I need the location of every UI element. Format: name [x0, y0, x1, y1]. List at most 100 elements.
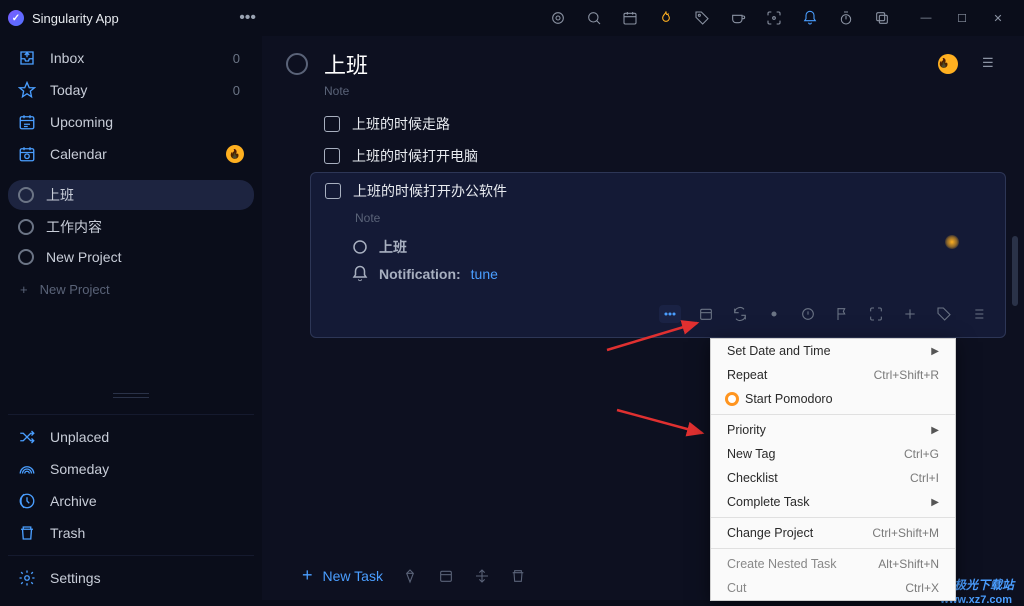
menu-icon[interactable]: ☰	[982, 55, 1000, 73]
date-icon[interactable]	[697, 305, 715, 323]
menu-item-repeat[interactable]: RepeatCtrl+Shift+R	[711, 363, 955, 387]
sidebar-item-archive[interactable]: Archive	[8, 485, 254, 517]
subtask-project-label: 上班	[379, 237, 407, 257]
inbox-icon	[18, 49, 36, 67]
sidebar-item-upcoming[interactable]: Upcoming	[8, 106, 254, 138]
copy-icon[interactable]	[874, 10, 890, 26]
checkbox-icon[interactable]	[325, 183, 341, 199]
more-button[interactable]	[659, 305, 681, 323]
today-count: 0	[233, 83, 240, 98]
menu-item-complete-task[interactable]: Complete Task▶	[711, 490, 955, 514]
fire-icon[interactable]	[658, 10, 674, 26]
someday-label: Someday	[50, 461, 244, 477]
fire-badge-icon[interactable]	[938, 54, 958, 74]
tag-icon[interactable]	[935, 305, 953, 323]
archive-icon	[18, 492, 36, 510]
new-task-label: New Task	[323, 568, 383, 584]
subtask-row[interactable]: 上班的时候走路	[310, 108, 1006, 140]
subtask-row[interactable]: 上班的时候打开电脑	[310, 140, 1006, 172]
new-task-button[interactable]: + New Task	[302, 565, 383, 586]
minimize-button[interactable]: —	[908, 4, 944, 32]
diamond-icon[interactable]	[401, 567, 419, 585]
app-menu-button[interactable]: •••	[239, 9, 256, 27]
target-icon[interactable]	[550, 10, 566, 26]
sidebar-item-unplaced[interactable]: Unplaced	[8, 421, 254, 453]
trash-small-icon[interactable]	[509, 567, 527, 585]
scrollbar-thumb[interactable]	[1012, 236, 1018, 306]
bell-icon[interactable]	[802, 10, 818, 26]
new-project-button[interactable]: + New Project	[8, 272, 254, 307]
watermark-text: 极光下载站	[954, 576, 1014, 593]
menu-item-cut[interactable]: CutCtrl+X	[711, 576, 955, 600]
subtask-label: 上班的时候打开办公软件	[353, 181, 507, 201]
checklist-icon[interactable]	[969, 305, 987, 323]
add-icon[interactable]	[901, 305, 919, 323]
task-complete-circle[interactable]	[286, 53, 308, 75]
task-title: 上班	[324, 48, 368, 80]
upcoming-label: Upcoming	[50, 114, 244, 130]
flag-icon[interactable]	[833, 305, 851, 323]
checkbox-icon[interactable]	[324, 148, 340, 164]
context-menu: Set Date and Time▶ RepeatCtrl+Shift+R St…	[710, 338, 956, 601]
inbox-label: Inbox	[50, 50, 219, 66]
chevron-right-icon: ▶	[931, 346, 939, 357]
settings-label: Settings	[50, 570, 244, 586]
project-item-1[interactable]: 工作内容	[8, 212, 254, 242]
close-button[interactable]: ✕	[980, 4, 1016, 32]
subtask-toolbar	[325, 305, 991, 323]
menu-item-priority[interactable]: Priority▶	[711, 418, 955, 442]
project-item-0[interactable]: 上班	[8, 180, 254, 210]
calendar-icon[interactable]	[622, 10, 638, 26]
sidebar-item-trash[interactable]: Trash	[8, 517, 254, 549]
window-controls: — ☐ ✕	[908, 4, 1016, 32]
calendar-small-icon[interactable]	[437, 567, 455, 585]
search-icon[interactable]	[586, 10, 602, 26]
rainbow-icon	[18, 460, 36, 478]
tag-icon[interactable]	[694, 10, 710, 26]
sidebar-item-inbox[interactable]: Inbox 0	[8, 42, 254, 74]
repeat-icon[interactable]	[731, 305, 749, 323]
subtask-note-label: Note	[355, 211, 991, 225]
titlebar-left: Singularity App •••	[8, 9, 270, 27]
circle-icon	[351, 238, 369, 256]
sidebar-item-someday[interactable]: Someday	[8, 453, 254, 485]
sidebar-item-today[interactable]: Today 0	[8, 74, 254, 106]
priority-icon[interactable]	[799, 305, 817, 323]
sidebar-item-calendar[interactable]: Calendar	[8, 138, 254, 170]
move-icon[interactable]	[473, 567, 491, 585]
sidebar-bottom-nav: Unplaced Someday Archive Trash	[8, 414, 254, 549]
project-circle-icon	[18, 249, 34, 265]
calendar-label: Calendar	[50, 146, 212, 162]
divider-handle[interactable]	[8, 386, 254, 404]
subtask-row-selected[interactable]: 上班的时候打开办公软件 Note 上班 Notification: tune	[310, 172, 1006, 338]
menu-item-checklist[interactable]: ChecklistCtrl+I	[711, 466, 955, 490]
menu-item-start-pomodoro[interactable]: Start Pomodoro	[711, 387, 955, 411]
today-label: Today	[50, 82, 219, 98]
menu-item-set-date[interactable]: Set Date and Time▶	[711, 339, 955, 363]
notification-label: Notification:	[379, 266, 461, 282]
frame-icon[interactable]	[766, 10, 782, 26]
subtask-label: 上班的时候走路	[352, 114, 450, 134]
maximize-button[interactable]: ☐	[944, 4, 980, 32]
app-title: Singularity App	[32, 11, 119, 26]
link-icon[interactable]	[867, 305, 885, 323]
project-item-2[interactable]: New Project	[8, 244, 254, 270]
menu-item-new-tag[interactable]: New TagCtrl+G	[711, 442, 955, 466]
chevron-right-icon: ▶	[931, 497, 939, 508]
archive-label: Archive	[50, 493, 244, 509]
menu-item-change-project[interactable]: Change ProjectCtrl+Shift+M	[711, 521, 955, 545]
upcoming-icon	[18, 113, 36, 131]
subtask-notification-row[interactable]: Notification: tune	[351, 261, 991, 287]
cup-icon[interactable]	[730, 10, 746, 26]
checkbox-icon[interactable]	[324, 116, 340, 132]
menu-item-create-nested[interactable]: Create Nested TaskAlt+Shift+N	[711, 552, 955, 576]
sidebar-settings: Settings	[8, 555, 254, 594]
app-logo-icon	[8, 10, 24, 26]
pomodoro-icon[interactable]	[765, 305, 783, 323]
notification-value: tune	[471, 266, 498, 282]
subtask-project-row[interactable]: 上班	[351, 233, 991, 261]
sidebar-item-settings[interactable]: Settings	[8, 562, 254, 594]
project-circle-icon	[18, 219, 34, 235]
bell-icon	[351, 265, 369, 283]
timer-icon[interactable]	[838, 10, 854, 26]
